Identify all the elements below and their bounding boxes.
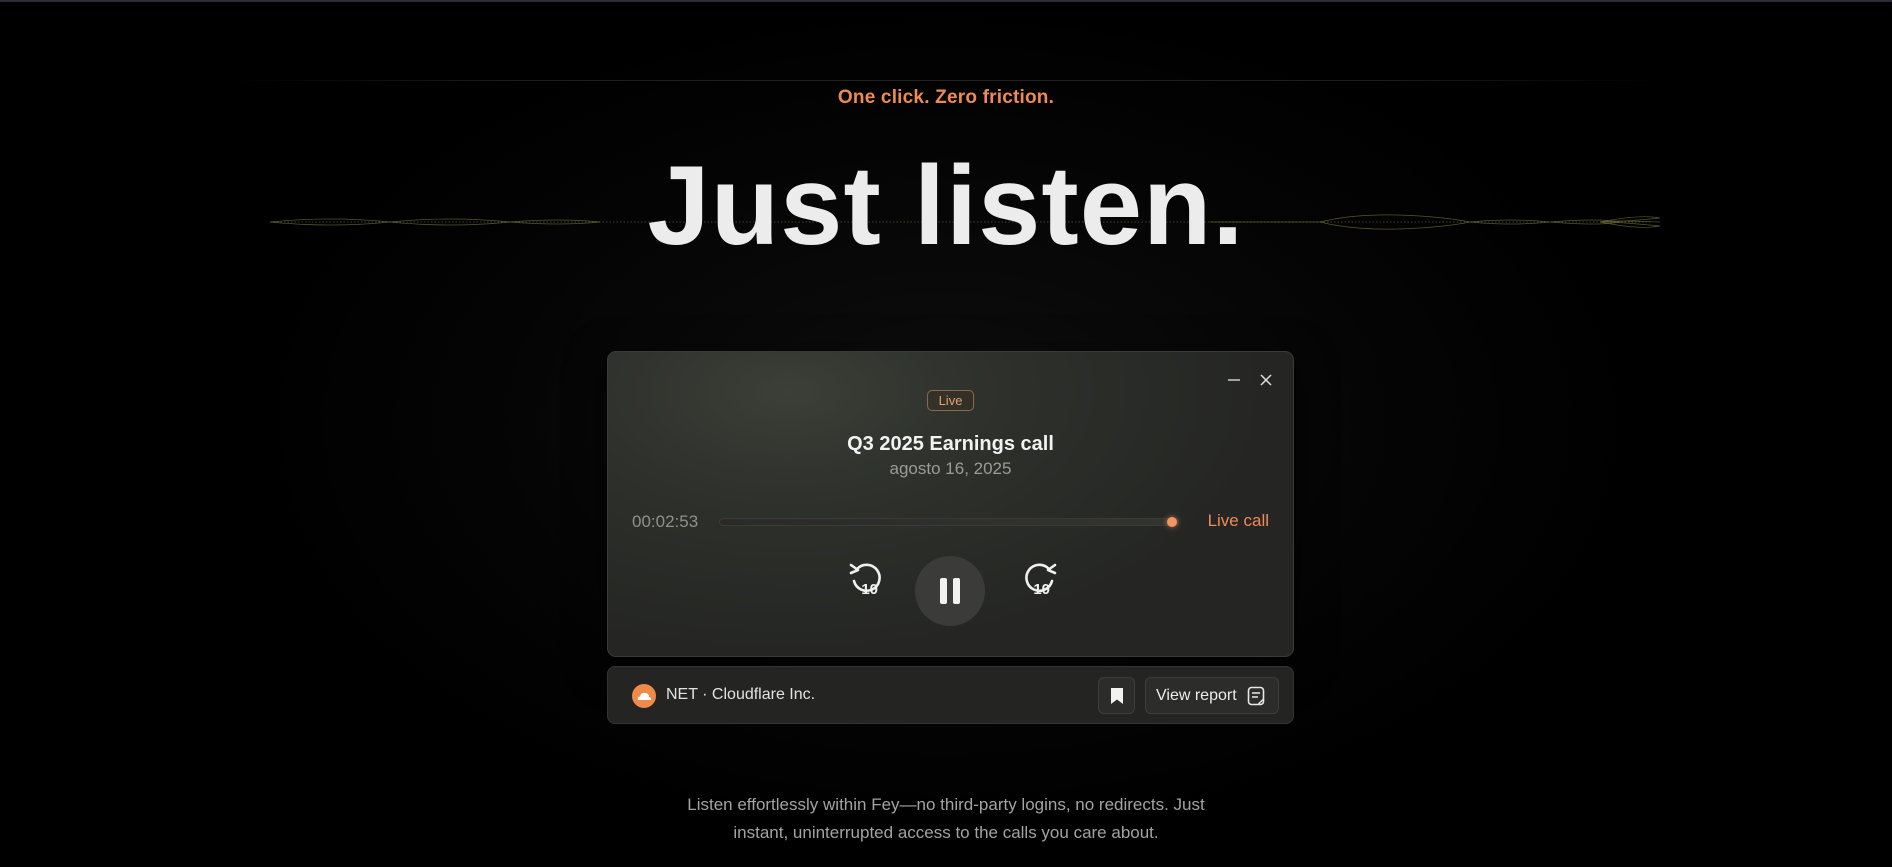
rewind-seconds: 10 bbox=[861, 581, 879, 598]
company-bar: NET · Cloudflare Inc. View report bbox=[607, 666, 1294, 724]
close-button[interactable] bbox=[1253, 367, 1279, 393]
progress-fill bbox=[720, 519, 1178, 525]
bookmark-icon bbox=[1110, 687, 1123, 704]
tagline: One click. Zero friction. bbox=[837, 87, 1055, 108]
progress-handle[interactable] bbox=[1167, 517, 1177, 527]
progress-track[interactable] bbox=[719, 517, 1179, 527]
live-call-link[interactable]: Live call bbox=[1208, 511, 1269, 531]
view-report-label: View report bbox=[1156, 686, 1237, 704]
view-report-button[interactable]: View report bbox=[1145, 677, 1279, 714]
elapsed-time: 00:02:53 bbox=[632, 512, 699, 531]
audio-player: Live Q3 2025 Earnings call agosto 16, 20… bbox=[607, 351, 1294, 657]
forward-seconds: 10 bbox=[1033, 581, 1051, 598]
description: Listen effortlessly within Fey—no third-… bbox=[0, 791, 1892, 847]
company-name: NET · Cloudflare Inc. bbox=[666, 686, 816, 703]
minus-icon bbox=[1228, 379, 1240, 381]
divider bbox=[230, 80, 1662, 81]
rewind-button[interactable]: 10 bbox=[844, 554, 890, 600]
hero-headline: Just listen. bbox=[647, 143, 1245, 268]
close-icon bbox=[1260, 374, 1272, 386]
pause-button[interactable] bbox=[915, 556, 985, 626]
description-line-1: Listen effortlessly within Fey—no third-… bbox=[687, 795, 1205, 814]
forward-button[interactable]: 10 bbox=[1016, 554, 1062, 600]
live-badge: Live bbox=[926, 390, 975, 411]
bookmark-button[interactable] bbox=[1098, 677, 1135, 714]
description-line-2: instant, uninterrupted access to the cal… bbox=[733, 823, 1159, 842]
call-date: agosto 16, 2025 bbox=[889, 459, 1012, 478]
landing-page: One click. Zero friction. Just listen. L… bbox=[0, 0, 1892, 867]
cloud-icon bbox=[632, 684, 656, 708]
document-icon bbox=[1247, 686, 1264, 705]
call-title: Q3 2025 Earnings call bbox=[847, 433, 1054, 455]
pause-icon bbox=[940, 578, 960, 604]
minimize-button[interactable] bbox=[1221, 367, 1247, 393]
